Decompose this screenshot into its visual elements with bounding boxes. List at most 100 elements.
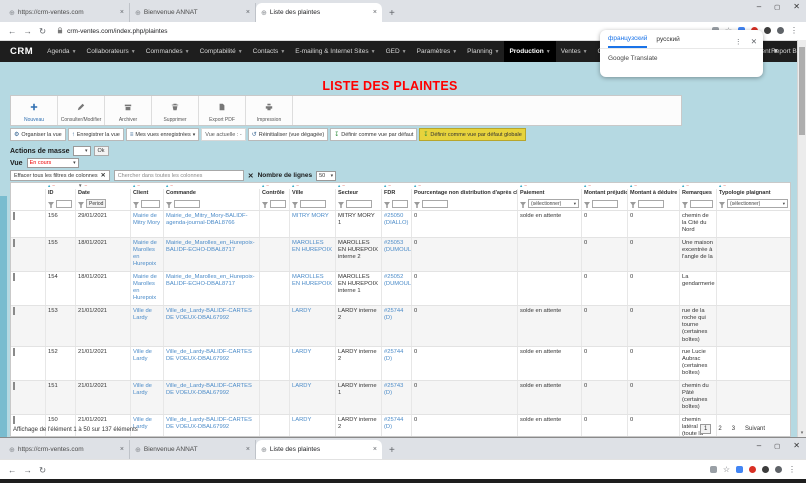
filter-funnel-icon[interactable] <box>262 197 268 210</box>
browser-tab-1[interactable]: ⊕https://crm-ventes.com× <box>4 3 130 22</box>
sort-asc-icon[interactable]: ▴ <box>292 184 294 188</box>
filter-funnel-icon[interactable] <box>292 197 298 210</box>
cell-link-ville[interactable]: MAROLLES EN HUREPOIX <box>292 274 332 287</box>
cell-link-ville[interactable]: LARDY <box>292 308 311 314</box>
url-box[interactable]: crm-ventes.com/index.php/plaintes <box>57 27 167 36</box>
tab-close-icon[interactable]: × <box>373 9 377 16</box>
filter-select-typologie[interactable]: (sélectionner)▾ <box>727 199 788 208</box>
sort-clear-icon[interactable]: − <box>170 184 173 188</box>
d-finir-comme-vue-par-d-faut-button[interactable]: ↧Définir comme vue par défaut <box>330 128 417 141</box>
sort-asc-icon[interactable]: ▴ <box>630 184 632 188</box>
export-pdf-button[interactable]: Export PDF <box>199 96 246 125</box>
nav-item-param-tres[interactable]: Paramètres▼ <box>412 41 463 62</box>
maximize-button[interactable]: ▢ <box>774 3 780 11</box>
nav-item-e-mailing-internet-sites[interactable]: E-mailing & Internet Sites▼ <box>290 41 380 62</box>
column-header-remarques[interactable]: Remarques <box>680 189 717 197</box>
cell-link-ville[interactable]: MAROLLES EN HUREPOIX <box>292 240 332 253</box>
cell-link-fdr[interactable]: #25744 (D) <box>384 349 403 362</box>
column-header-fdr[interactable]: FDR <box>382 189 412 197</box>
translate-close-icon[interactable]: ✕ <box>751 37 757 46</box>
sort-clear-icon[interactable]: − <box>266 184 269 188</box>
browser-tab-3[interactable]: ⊕Liste des plaintes× <box>256 440 382 459</box>
period-button[interactable]: Period <box>86 199 106 208</box>
table-row[interactable]: 15418/01/2021Mairie de Marolles en Hurep… <box>11 271 790 305</box>
bookmark-star-icon[interactable]: ☆ <box>723 466 730 473</box>
tab-close-icon[interactable]: × <box>120 446 124 453</box>
cell-link-commande[interactable]: Ville_de_Lardy-BALIDF-CARTES DE VOEUX-DB… <box>166 308 252 321</box>
sort-asc-icon[interactable]: ▴ <box>520 184 522 188</box>
browser-tab-2[interactable]: ⊕Bienvenue ANNAT× <box>130 3 256 22</box>
column-header-controle[interactable]: Contrôle <box>260 189 290 197</box>
clear-filters-button[interactable]: Effacer tous les filtres de colonnes✕ <box>10 170 110 181</box>
column-header-deduire[interactable]: Montant à déduire CR <box>628 189 680 197</box>
impression-button[interactable]: Impression <box>246 96 293 125</box>
sort-asc-icon[interactable]: ▴ <box>338 184 340 188</box>
row-checkbox[interactable] <box>13 212 15 220</box>
nav-item-ged[interactable]: GED▼ <box>381 41 412 62</box>
sort-clear-icon[interactable]: − <box>296 184 299 188</box>
sort-asc-icon[interactable]: ▴ <box>48 184 50 188</box>
cell-link-commande[interactable]: Ville_de_Lardy-BALIDF-CARTES DE VOEUX-DB… <box>166 383 252 396</box>
vertical-scrollbar[interactable]: ▾ <box>797 40 806 437</box>
cell-link-fdr[interactable]: #25053 (DUMOULIN) <box>384 240 412 253</box>
translate-menu-icon[interactable]: ⋮ <box>735 38 742 46</box>
filter-input-ville[interactable] <box>300 200 326 208</box>
filter-funnel-icon[interactable] <box>78 197 84 210</box>
cell-link-client[interactable]: Ville de Lardy <box>133 383 152 396</box>
sort-asc-icon[interactable]: ▴ <box>262 184 264 188</box>
cell-link-commande[interactable]: Mairie_de_Marolles_en_Hurepoix-BALIDF-EC… <box>166 240 255 253</box>
scrollbar-thumb[interactable] <box>799 47 805 135</box>
mass-actions-select[interactable]: ▾ <box>73 146 91 156</box>
filter-input-controle[interactable] <box>270 200 286 208</box>
profile-icon[interactable] <box>777 27 784 34</box>
cell-link-client[interactable]: Ville de Lardy <box>133 349 152 362</box>
sort-asc-icon[interactable]: ▴ <box>384 184 386 188</box>
nav-item-collaborateurs[interactable]: Collaborateurs▼ <box>82 41 141 62</box>
sort-clear-icon[interactable]: − <box>588 184 591 188</box>
column-header-commande[interactable]: Commande <box>164 189 260 197</box>
filter-select-paiement[interactable]: (sélectionner)▾ <box>528 199 579 208</box>
filter-funnel-icon[interactable] <box>414 197 420 210</box>
column-header-ville[interactable]: Ville <box>290 189 336 197</box>
row-checkbox[interactable] <box>13 307 15 315</box>
organiser-la-vue-button[interactable]: ⚙Organiser la vue <box>10 128 66 141</box>
table-row[interactable]: 15321/01/2021Ville de LardyVille_de_Lard… <box>11 305 790 346</box>
supprimer-button[interactable]: Supprimer <box>152 96 199 125</box>
cell-link-ville[interactable]: LARDY <box>292 349 311 355</box>
tab-close-icon[interactable]: × <box>246 9 250 16</box>
extension-red-icon[interactable] <box>749 466 756 473</box>
column-header-date[interactable]: Date <box>76 189 131 197</box>
new-tab-button[interactable]: + <box>389 445 395 456</box>
cell-link-fdr[interactable]: #25744 (D) <box>384 308 403 321</box>
sort-clear-icon[interactable]: − <box>342 184 345 188</box>
nav-item-contacts[interactable]: Contacts▼ <box>248 41 291 62</box>
table-row[interactable]: 15221/01/2021Ville de LardyVille_de_Lard… <box>11 346 790 380</box>
table-row[interactable]: 15518/01/2021Mairie de Marolles en Hurep… <box>11 237 790 271</box>
close-button-2[interactable]: ✕ <box>793 441 800 450</box>
column-header-client[interactable]: Client <box>131 189 164 197</box>
column-header-secteur[interactable]: Secteur <box>336 189 382 197</box>
cell-link-commande[interactable]: Ville_de_Lardy-BALIDF-CARTES DE VOEUX-DB… <box>166 417 252 430</box>
rows-count-select[interactable]: 50▾ <box>316 171 336 181</box>
archiver-button[interactable]: Archiver <box>105 96 152 125</box>
cell-link-client[interactable]: Ville de Lardy <box>133 308 152 321</box>
tab-close-icon[interactable]: × <box>373 446 377 453</box>
forward-icon-2[interactable]: → <box>24 465 33 475</box>
back-icon[interactable]: ← <box>8 26 17 36</box>
nav-item-planning[interactable]: Planning▼ <box>462 41 504 62</box>
filter-funnel-icon[interactable] <box>630 197 636 210</box>
cell-link-commande[interactable]: Ville_de_Lardy-BALIDF-CARTES DE VOEUX-DB… <box>166 349 252 362</box>
d-finir-comme-vue-par-d-faut-globa-button[interactable]: ↧Définir comme vue par défaut globale <box>419 128 525 141</box>
column-header-id[interactable]: ID <box>46 189 76 197</box>
tab-close-icon[interactable]: × <box>246 446 250 453</box>
tab-close-icon[interactable]: × <box>120 9 124 16</box>
page-button-3[interactable]: 3 <box>729 425 738 433</box>
sort-asc-icon[interactable]: ▴ <box>584 184 586 188</box>
sort-clear-icon[interactable]: − <box>388 184 391 188</box>
url-text[interactable]: crm-ventes.com/index.php/plaintes <box>67 28 167 35</box>
sort-asc-icon[interactable]: ▴ <box>719 184 721 188</box>
filter-input-prejudice[interactable] <box>592 200 618 208</box>
page-button-2[interactable]: 2 <box>715 425 724 433</box>
filter-funnel-icon[interactable] <box>133 197 139 210</box>
page-button-1[interactable]: 1 <box>700 424 711 434</box>
